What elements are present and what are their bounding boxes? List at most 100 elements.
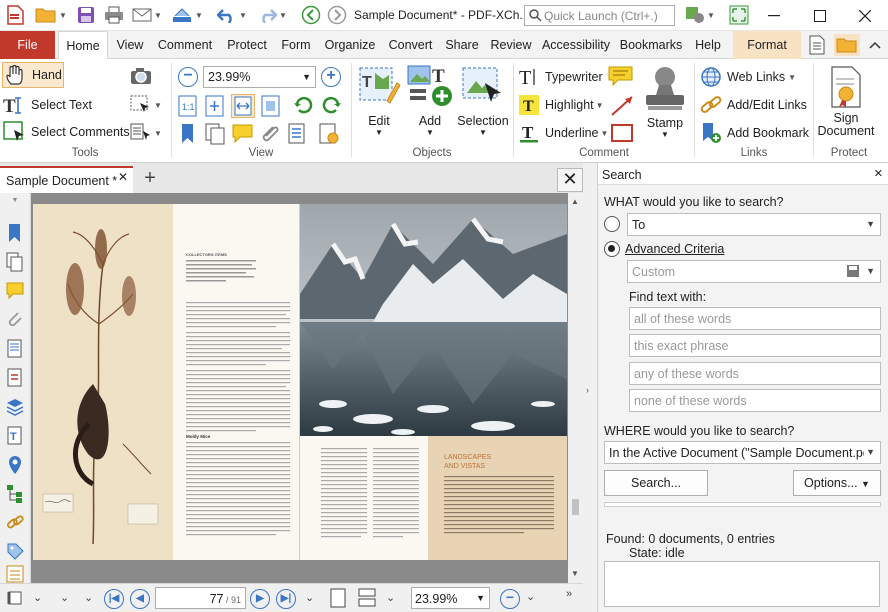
destinations-sidebar-icon[interactable] [6,455,24,474]
snapshot-icon[interactable] [130,66,151,86]
document-tab[interactable]: Sample Document * ✕ [0,166,133,193]
scroll-down-icon[interactable]: ▼ [571,569,579,578]
advanced-criteria-label[interactable]: Advanced Criteria [625,242,724,256]
custom-criteria-combo[interactable]: Custom ▼ [627,260,881,283]
tab-home[interactable]: Home [58,31,108,60]
web-links-button[interactable]: Web Links ▼ [700,66,796,88]
links-sidebar-icon[interactable] [6,513,24,531]
options-chevron-icon-3[interactable]: ⌄ [84,591,93,604]
fit-width-icon[interactable] [231,94,255,118]
tab-review[interactable]: Review [487,31,535,59]
continuous-page-icon[interactable] [358,588,376,611]
advanced-criteria-radio[interactable] [604,241,620,257]
add-objects-button[interactable]: T Add ▼ [405,63,455,137]
sign-document-button[interactable]: Sign Document [815,65,877,138]
close-document-button[interactable]: ✕ [557,168,583,192]
scan-icon[interactable]: ▼ [169,4,205,26]
save-icon[interactable] [75,4,97,26]
all-words-field[interactable]: all of these words [629,307,881,330]
typewriter-button[interactable]: T Typewriter [518,66,603,88]
rotate-left-icon[interactable] [293,95,313,115]
comments-panel-icon[interactable] [232,123,253,144]
options-chevron-icon[interactable]: ⌄ [33,591,42,604]
add-edit-links-button[interactable]: Add/Edit Links [700,94,807,116]
search-text-combo[interactable]: To ▼ [627,213,881,236]
underline-button[interactable]: T Underline ▼ [518,122,608,144]
zoom-field[interactable]: 23.99% ▼ [411,587,490,609]
tab-comment[interactable]: Comment [152,31,218,59]
article-sidebar-icon[interactable]: T [6,426,24,445]
content-sidebar-icon[interactable] [6,339,24,358]
options-chevron-icon-2[interactable]: ⌄ [60,591,69,604]
selection-objects-button[interactable]: Selection ▼ [457,63,509,137]
bookmarks-sidebar-icon[interactable] [6,223,24,242]
close-tab-icon[interactable]: ✕ [118,170,128,184]
tab-format[interactable]: Format [733,31,801,59]
tab-protect[interactable]: Protect [221,31,273,59]
open-folder-icon[interactable]: ▼ [34,4,68,26]
single-page-icon[interactable] [330,588,346,611]
first-page-button[interactable]: |◀ [104,589,124,609]
layers-sidebar-icon[interactable] [6,397,24,416]
tab-bookmarks[interactable]: Bookmarks [617,31,685,59]
bookmark-panel-icon[interactable] [178,123,198,143]
vertical-scrollbar[interactable]: ▲ ▼ [568,193,583,583]
redo-icon[interactable]: ▼ [254,4,290,26]
back-icon[interactable] [300,4,322,26]
search-button[interactable]: Search... [604,470,708,496]
chevron-right-icon[interactable]: › [586,385,589,395]
more-chevron-icon[interactable]: » [566,588,572,600]
panel-toggle-icon[interactable] [6,589,26,609]
options-button[interactable]: Options... ▼ [793,470,881,496]
tab-help[interactable]: Help [688,31,728,59]
hand-tool-button[interactable]: Hand [2,62,64,88]
save-criteria-icon[interactable] [846,264,860,278]
zoom-slider-chevron-icon[interactable]: ⌄ [526,590,535,603]
panel-chevron-icon[interactable]: ▼ [6,197,24,205]
exact-phrase-field[interactable]: this exact phrase [629,334,881,357]
zoom-combo[interactable]: 23.99% ▼ [203,66,316,88]
options-chevron-icon-5[interactable]: ⌄ [386,591,395,604]
next-page-button[interactable]: ▶ [250,589,270,609]
options-chevron-icon-4[interactable]: ⌄ [305,591,314,604]
document-options-icon[interactable] [318,123,339,144]
text-tools-dropdown[interactable]: ▼ [130,123,162,143]
any-words-field[interactable]: any of these words [629,362,881,385]
line-tool-icon[interactable] [610,95,634,116]
highlight-button[interactable]: T Highlight ▼ [518,94,604,116]
collapse-ribbon-icon[interactable] [866,34,884,56]
attachments-sidebar-icon[interactable] [6,310,24,328]
tab-view[interactable]: View [111,31,149,59]
previous-page-button[interactable]: ◀ [130,589,150,609]
pages-panel-icon[interactable] [205,123,225,145]
thumbnails-sidebar-icon[interactable] [6,252,24,272]
panel-splitter[interactable]: › [583,163,597,612]
select-text-button[interactable]: T Select Text [3,94,92,116]
scroll-thumb[interactable] [572,499,579,515]
properties-panel-icon[interactable] [287,123,307,144]
attachments-panel-icon[interactable] [259,123,279,143]
structure-sidebar-icon[interactable] [6,484,24,503]
tab-share[interactable]: Share [440,31,484,59]
edit-objects-button[interactable]: T Edit ▼ [355,63,403,137]
rectangle-tool-icon[interactable] [610,122,634,142]
search-results-list[interactable] [604,561,880,607]
add-bookmark-button[interactable]: Add Bookmark [700,122,809,144]
close-search-icon[interactable]: ✕ [874,167,883,180]
comments-sidebar-icon[interactable] [6,281,24,300]
rotate-right-icon[interactable] [320,95,341,115]
tag-sidebar-icon[interactable] [6,542,24,560]
zoom-out-button[interactable]: − [178,67,198,87]
simple-search-radio[interactable] [604,216,620,232]
none-words-field[interactable]: none of these words [629,389,881,412]
tab-accessibility[interactable]: Accessibility [538,31,614,59]
forward-icon[interactable] [326,4,348,26]
zoom-in-button[interactable]: + [321,67,341,87]
quick-launch-input[interactable]: Quick Launch (Ctrl+.) [524,5,675,26]
close-window-button[interactable] [842,0,888,31]
fullscreen-icon[interactable] [726,4,752,26]
page-number-field[interactable]: 77 / 91 [155,587,246,609]
fields-sidebar-icon[interactable] [6,565,24,583]
tab-file[interactable]: File [0,31,55,59]
fit-visible-icon[interactable] [261,95,281,117]
